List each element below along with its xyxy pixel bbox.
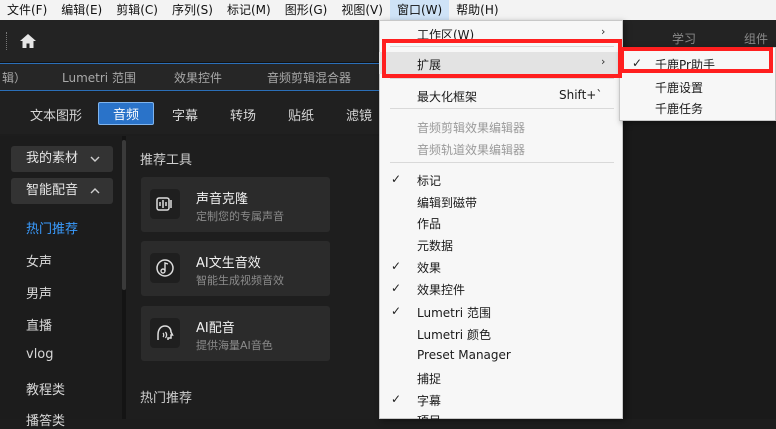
menu-item-effects[interactable]: 效果 [417, 259, 441, 276]
chevron-down-icon [90, 156, 100, 162]
sidebar-item-tutorial[interactable]: 教程类 [26, 379, 65, 398]
menu-item-capture[interactable]: 捕捉 [417, 370, 441, 387]
menu-help[interactable]: 帮助(H) [449, 0, 505, 20]
highlight-box-extensions [382, 39, 622, 78]
highlight-box-pr-assistant [620, 47, 773, 73]
panel-tab-effect-controls[interactable]: 效果控件 [174, 69, 222, 86]
card-subtitle: 智能生成视频音效 [196, 274, 284, 287]
menu-edit[interactable]: 编辑(E) [54, 0, 109, 20]
smart-dub-button[interactable]: 智能配音 [11, 178, 113, 204]
menu-item-audio-track-effect-editor: 音频轨道效果编辑器 [417, 143, 526, 157]
voice-head-icon [150, 318, 180, 348]
menu-item-metadata[interactable]: 元数据 [417, 237, 453, 254]
menu-window[interactable]: 窗口(W) [389, 0, 450, 20]
category-text-graphics[interactable]: 文本图形 [30, 105, 82, 124]
sidebar-item-hot[interactable]: 热门推荐 [26, 218, 78, 237]
submenu-arrow-icon: › [601, 25, 606, 38]
category-audio[interactable]: 音频 [98, 102, 155, 125]
menu-item-project[interactable]: 项目 [417, 412, 441, 419]
card-title: 声音克隆 [196, 192, 249, 207]
check-icon: ✓ [391, 392, 402, 406]
home-icon[interactable] [19, 33, 37, 49]
menu-item-markers[interactable]: 标记 [417, 172, 441, 189]
sidebar-item-female[interactable]: 女声 [26, 251, 52, 270]
menu-view[interactable]: 视图(V) [334, 0, 390, 20]
menu-bar: 文件(F) 编辑(E) 剪辑(C) 序列(S) 标记(M) 图形(G) 视图(V… [0, 0, 776, 20]
menu-separator [390, 78, 614, 79]
category-subtitles[interactable]: 字幕 [172, 105, 198, 124]
chevron-up-icon [90, 188, 100, 194]
my-material-label: 我的素材 [26, 151, 79, 166]
menu-separator [390, 162, 614, 163]
menu-item-captions[interactable]: 字幕 [417, 392, 441, 409]
menu-item-audio-clip-effect-editor: 音频剪辑效果编辑器 [417, 121, 526, 135]
check-icon: ✓ [391, 172, 402, 186]
grip-handle[interactable] [6, 32, 10, 50]
sidebar-item-partial[interactable]: 播答类 [26, 410, 65, 429]
check-icon: ✓ [391, 304, 402, 318]
card-voice-clone[interactable]: 声音克隆 定制您的专属声音 [141, 177, 330, 232]
menu-item-productions[interactable]: 作品 [417, 215, 441, 232]
voice-clone-icon [150, 189, 180, 219]
card-title: AI配音 [196, 321, 235, 336]
card-subtitle: 提供海量AI音色 [196, 339, 273, 352]
menu-item-maximize-frame[interactable]: 最大化框架 [417, 88, 477, 105]
submenu-item-qianlu-settings[interactable]: 千鹿设置 [655, 79, 703, 96]
category-stickers[interactable]: 贴纸 [288, 105, 314, 124]
menu-item-edit-to-tape[interactable]: 编辑到磁带 [417, 194, 477, 211]
music-note-icon [150, 253, 180, 283]
section-hot-recommend: 热门推荐 [140, 391, 193, 406]
menu-file[interactable]: 文件(F) [0, 0, 54, 20]
menu-clip[interactable]: 剪辑(C) [109, 0, 165, 20]
sidebar-item-male[interactable]: 男声 [26, 283, 52, 302]
check-icon: ✓ [391, 259, 402, 273]
menu-item-lumetri-scopes[interactable]: Lumetri 范围 [417, 304, 491, 321]
my-material-button[interactable]: 我的素材 [11, 146, 113, 172]
panel-tab-partial[interactable]: 辑） [2, 69, 26, 86]
menu-item-lumetri-color[interactable]: Lumetri 颜色 [417, 326, 491, 343]
section-recommended-tools: 推荐工具 [140, 153, 193, 168]
menu-item-preset-manager[interactable]: Preset Manager [417, 348, 511, 362]
maximize-shortcut: Shift+` [559, 88, 603, 102]
card-subtitle: 定制您的专属声音 [196, 210, 284, 223]
submenu-item-qianlu-tasks[interactable]: 千鹿任务 [655, 100, 703, 117]
menu-graphics[interactable]: 图形(G) [278, 0, 335, 20]
sidebar-item-vlog[interactable]: vlog [26, 347, 54, 362]
menu-item-effect-controls[interactable]: 效果控件 [417, 281, 465, 298]
smart-dub-label: 智能配音 [26, 183, 79, 198]
category-transitions[interactable]: 转场 [230, 105, 256, 124]
panel-tab-lumetri-scopes[interactable]: Lumetri 范围 [62, 69, 136, 86]
panel-tab-audio-clip-mixer[interactable]: 音频剪辑混合器 [267, 69, 351, 86]
menu-separator [390, 108, 614, 109]
card-ai-dubbing[interactable]: AI配音 提供海量AI音色 [141, 306, 330, 361]
category-filters[interactable]: 滤镜 [346, 105, 372, 124]
sidebar-item-live[interactable]: 直播 [26, 315, 52, 334]
menu-markers[interactable]: 标记(M) [220, 0, 278, 20]
menu-sequence[interactable]: 序列(S) [165, 0, 220, 20]
card-title: AI文生音效 [196, 256, 261, 271]
card-ai-sound-effects[interactable]: AI文生音效 智能生成视频音效 [141, 241, 330, 296]
check-icon: ✓ [391, 281, 402, 295]
